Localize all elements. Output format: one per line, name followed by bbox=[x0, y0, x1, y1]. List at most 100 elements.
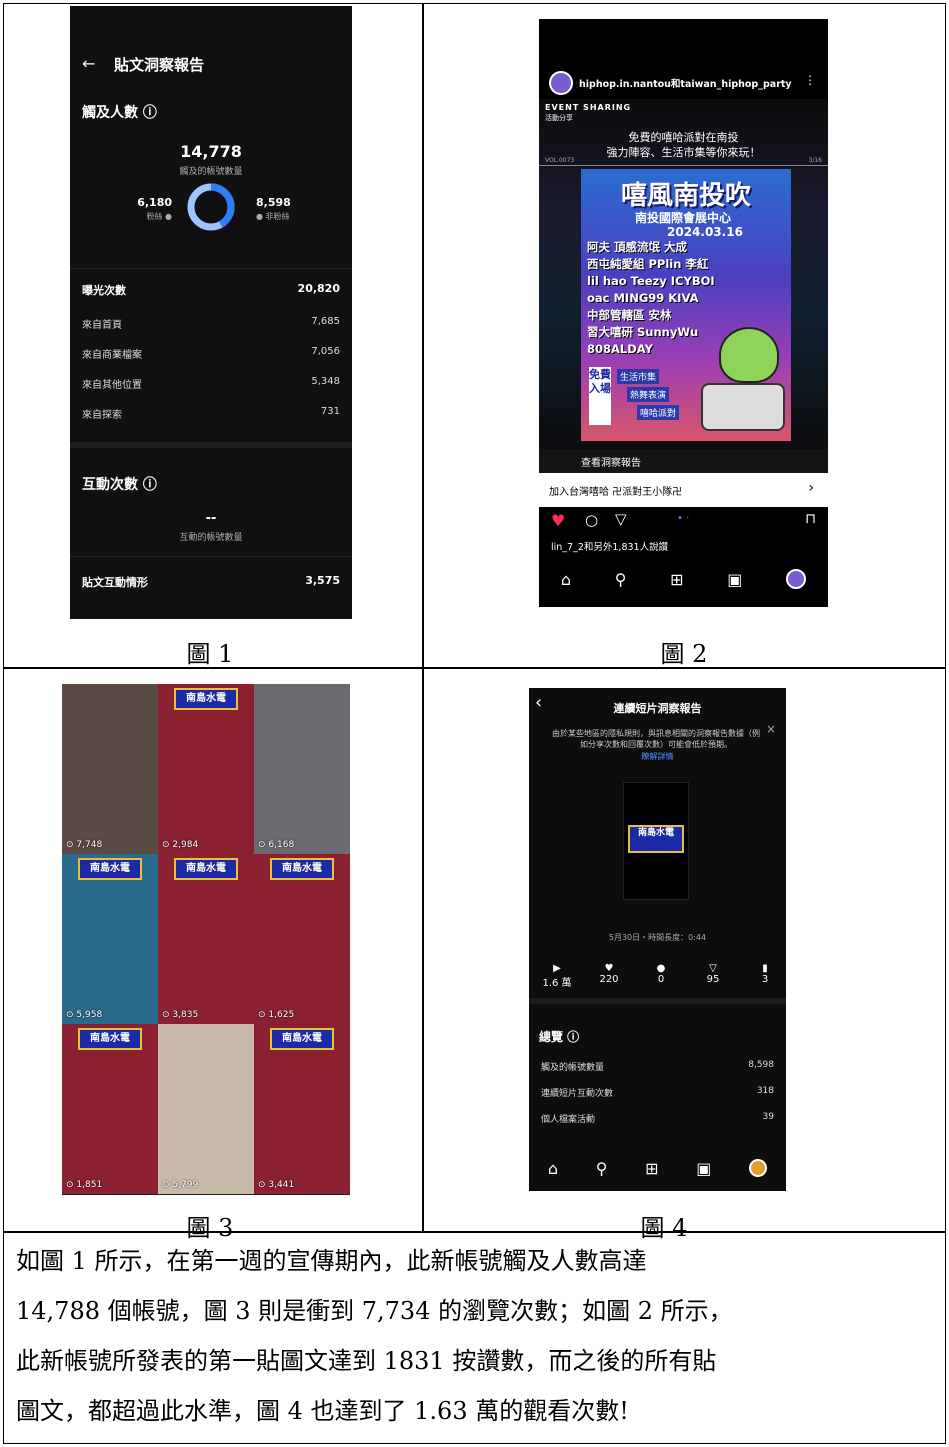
poster-tag: 嘻哈派對 bbox=[637, 405, 680, 420]
close-icon[interactable]: × bbox=[766, 722, 776, 736]
frog-character-illustration bbox=[719, 327, 779, 383]
poster-venue: 南投國際會展中心 bbox=[635, 211, 732, 225]
back-arrow-icon[interactable]: ← bbox=[82, 54, 95, 73]
search-icon[interactable]: ⚲ bbox=[596, 1159, 608, 1178]
overview-label: 連續短片互動次數 bbox=[541, 1089, 614, 1099]
comment-icon[interactable]: ○ bbox=[585, 511, 598, 529]
page-title: 連續短片洞察報告 bbox=[613, 702, 702, 715]
share-icon[interactable]: ▽ bbox=[615, 510, 627, 528]
reel-stat: ● 0 bbox=[641, 963, 681, 985]
source-label: 來自首頁 bbox=[82, 320, 122, 331]
create-icon[interactable]: ⊞ bbox=[670, 570, 683, 589]
post-interactions-value: 3,575 bbox=[305, 574, 340, 587]
brand-logo: 南島水電 bbox=[270, 858, 334, 880]
interactions-heading: 互動次數 ⓘ bbox=[82, 477, 157, 493]
post-account-name[interactable]: hiphop.in.nantou和taiwan_hiphop_party bbox=[579, 76, 792, 90]
eye-icon: ⊙ bbox=[162, 840, 173, 850]
divider bbox=[70, 268, 352, 269]
view-count: ⊙ 3,835 bbox=[162, 1010, 198, 1020]
reel-stat: ▽ 95 bbox=[693, 963, 733, 985]
lineup-line: 西屯純愛組 PPlin 李紅 bbox=[587, 257, 709, 271]
view-count-value: 1,851 bbox=[76, 1180, 103, 1190]
learn-more-link[interactable]: 瞭解詳情 bbox=[529, 751, 786, 762]
source-row: 來自探索 731 bbox=[82, 406, 340, 421]
stat-value: 95 bbox=[706, 974, 720, 985]
post-interactions-label: 貼文互動情形 bbox=[82, 576, 148, 589]
reel-tile[interactable]: ⊙ 6,168 bbox=[254, 684, 350, 854]
turntable-illustration bbox=[701, 383, 785, 431]
figure-3-reels-grid: ⊙ 7,748 南島水電 ⊙ 2,984 ⊙ 6,168 南島水電 ⊙ 5,958 南島水電… bbox=[62, 684, 350, 1195]
figure-caption: 圖 1 bbox=[186, 640, 234, 668]
nonfollowers-value: 8,598 bbox=[256, 196, 291, 209]
reel-tile[interactable]: ⊙ 5,799 bbox=[158, 1024, 254, 1194]
stat-icon: ● bbox=[656, 963, 666, 974]
view-count: ⊙ 1,625 bbox=[258, 1010, 294, 1020]
eye-icon: ⊙ bbox=[258, 840, 269, 850]
reel-tile[interactable]: 南島水電 ⊙ 3,835 bbox=[158, 854, 254, 1024]
brand-logo: 南島水電 bbox=[78, 858, 142, 880]
reels-icon[interactable]: ▣ bbox=[696, 1159, 711, 1178]
lineup-line: 阿夫 頂感流氓 大成 bbox=[587, 240, 688, 254]
source-row: 來自商業檔案 7,056 bbox=[82, 346, 340, 361]
poster-tag: 生活市集 bbox=[617, 369, 660, 384]
free-entry-badge: 免費入場 bbox=[589, 367, 611, 425]
bottom-navbar: ⌂ ⚲ ⊞ ▣ bbox=[539, 561, 828, 597]
reel-tile[interactable]: ⊙ 7,748 bbox=[62, 684, 158, 854]
overview-row: 個人檔案活動 39 bbox=[541, 1112, 774, 1125]
view-count: ⊙ 5,799 bbox=[162, 1180, 198, 1190]
interactions-value: -- bbox=[205, 511, 217, 526]
followers-label: 粉絲 ● bbox=[146, 212, 172, 221]
home-icon[interactable]: ⌂ bbox=[548, 1159, 558, 1178]
impressions-value: 20,820 bbox=[297, 282, 340, 295]
reel-thumbnail[interactable]: 南島水電 bbox=[623, 782, 689, 900]
profile-icon[interactable] bbox=[786, 569, 807, 589]
privacy-notice: 由於某些地區的隱私規則，與訊息相關的洞察報告數據（例如分享次數和回覆次數）可能會… bbox=[552, 729, 760, 749]
join-banner[interactable]: 加入台灣嘻哈 卍派對王小隊卍 › bbox=[539, 473, 828, 507]
reel-tile[interactable]: 南島水電 ⊙ 2,984 bbox=[158, 684, 254, 854]
stat-icon: ▽ bbox=[709, 963, 717, 974]
reel-tile[interactable]: 南島水電 ⊙ 5,958 bbox=[62, 854, 158, 1024]
reel-tile[interactable]: 南島水電 ⊙ 1,625 bbox=[254, 854, 350, 1024]
reels-icon[interactable]: ▣ bbox=[727, 570, 742, 589]
reach-caption: 觸及的帳號數量 bbox=[179, 167, 243, 177]
overview-row: 連續短片互動次數 318 bbox=[541, 1086, 774, 1099]
poster-tagline: 強力陣容、生活市集等你來玩！ bbox=[606, 146, 761, 159]
overview-value: 8,598 bbox=[748, 1060, 774, 1070]
brand-text: 南島水電 bbox=[637, 828, 674, 838]
page-title: 貼文洞察報告 bbox=[114, 56, 205, 74]
view-count-value: 7,748 bbox=[76, 840, 103, 850]
stat-value: 3 bbox=[761, 974, 769, 985]
lineup-line: lil hao Teezy ICYBOI bbox=[587, 274, 715, 288]
heart-icon[interactable]: ♥ bbox=[551, 511, 565, 530]
create-icon[interactable]: ⊞ bbox=[645, 1159, 658, 1178]
home-icon[interactable]: ⌂ bbox=[561, 570, 571, 589]
reach-donut-chart bbox=[187, 183, 235, 231]
source-label: 來自探索 bbox=[82, 410, 122, 421]
reel-stat: ▶ 1.6 萬 bbox=[537, 963, 577, 989]
reel-tile[interactable]: 南島水電 ⊙ 1,851 bbox=[62, 1024, 158, 1194]
join-text: 加入台灣嘻哈 卍派對王小隊卍 bbox=[549, 487, 683, 498]
poster-tag: 熱舞表演 bbox=[627, 387, 670, 402]
avatar[interactable] bbox=[549, 71, 573, 95]
view-insights-link[interactable]: 查看洞察報告 bbox=[581, 454, 641, 469]
figure-2-instagram-post: hiphop.in.nantou和taiwan_hiphop_party ⋮ E… bbox=[539, 19, 828, 607]
more-options-icon[interactable]: ⋮ bbox=[804, 73, 816, 87]
source-value: 7,056 bbox=[311, 346, 340, 357]
source-value: 731 bbox=[320, 406, 340, 417]
poster-rule bbox=[539, 165, 828, 166]
reel-tile[interactable]: 南島水電 ⊙ 3,441 bbox=[254, 1024, 350, 1194]
row-divider-2 bbox=[4, 1231, 945, 1233]
search-icon[interactable]: ⚲ bbox=[615, 570, 627, 589]
profile-icon[interactable] bbox=[749, 1159, 768, 1177]
impressions-label: 曝光次數 bbox=[82, 284, 126, 297]
brand-logo: 南島水電 bbox=[270, 1028, 334, 1050]
source-row: 來自其他位置 5,348 bbox=[82, 376, 340, 391]
chevron-right-icon[interactable]: › bbox=[808, 480, 814, 496]
poster-page: 3/16 bbox=[808, 157, 822, 164]
bookmark-icon[interactable]: ⊓ bbox=[805, 511, 816, 527]
event-poster[interactable]: EVENT SHARING 活動分享 免費的嘻哈派對在南投 強力陣容、生活市集等… bbox=[539, 99, 828, 459]
stat-value: 0 bbox=[657, 974, 665, 985]
paragraph-line: 圖文，都超過此水準，圖 4 也達到了 1.63 萬的觀看次數! bbox=[16, 1397, 629, 1425]
view-count-value: 2,984 bbox=[172, 840, 199, 850]
overview-label: 觸及的帳號數量 bbox=[541, 1063, 605, 1073]
